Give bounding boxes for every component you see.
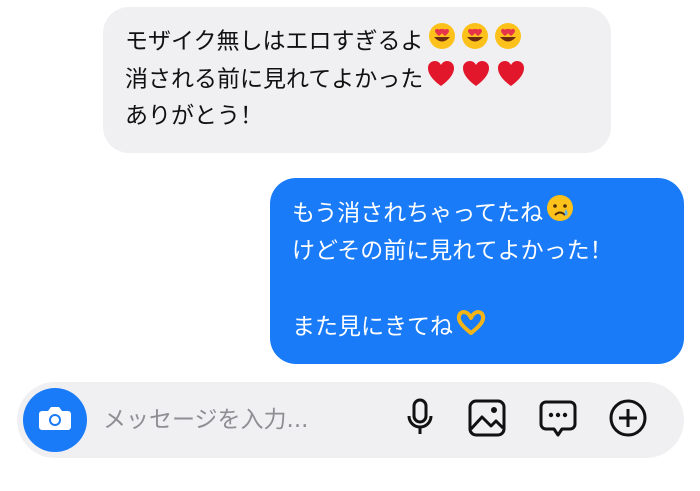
chat-bubble-icon (538, 398, 578, 442)
message-line: また見にきてね (292, 308, 662, 346)
message-line: ありがとう！ (125, 103, 263, 129)
image-icon (467, 398, 507, 442)
plus-circle-icon (608, 398, 648, 442)
add-button[interactable] (606, 398, 650, 442)
message-line: モザイク無しはエロすぎるよ (125, 21, 589, 59)
received-message-bubble[interactable]: モザイク無しはエロすぎるよ 消される前に見れてよかった ありがとう！ (103, 7, 611, 153)
camera-icon (38, 404, 72, 436)
microphone-icon (405, 398, 435, 442)
camera-button[interactable] (23, 388, 87, 452)
heart-hands-emoji-icon (456, 309, 486, 347)
sent-message-bubble[interactable]: もう消されちゃってたね けどその前に見れてよかった！ また見にきてね (270, 178, 684, 364)
message-line: けどその前に見れてよかった！ (292, 238, 613, 264)
message-line: 消される前に見れてよかった (125, 59, 589, 97)
sticker-button[interactable] (536, 398, 580, 442)
heart-eyes-emoji-icon (427, 21, 523, 63)
message-composer: メッセージを入力... (17, 382, 684, 458)
microphone-button[interactable] (398, 398, 442, 442)
crying-face-emoji-icon (546, 194, 574, 234)
message-line: もう消されちゃってたね (292, 194, 662, 232)
gallery-button[interactable] (465, 398, 509, 442)
message-input[interactable]: メッセージを入力... (103, 404, 308, 436)
red-heart-emoji-icon (426, 59, 526, 101)
